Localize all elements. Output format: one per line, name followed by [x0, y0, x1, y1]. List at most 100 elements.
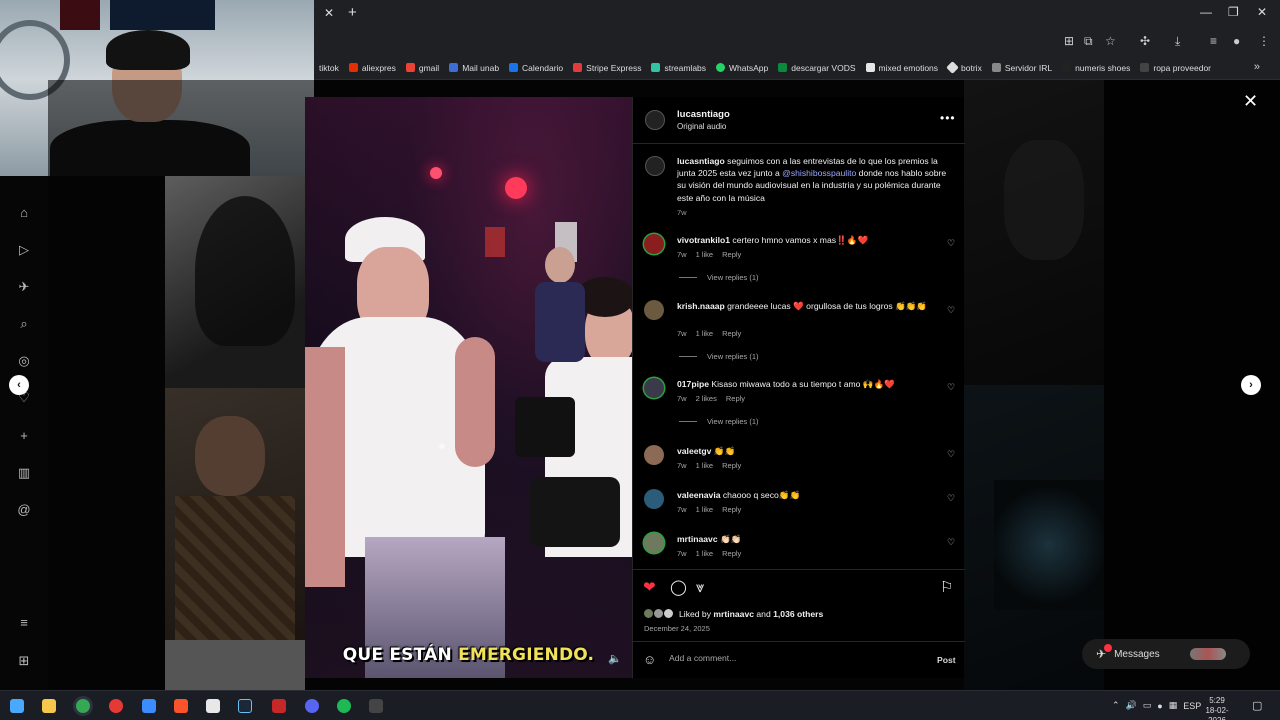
window-close-icon[interactable]: ✕ — [1257, 5, 1267, 19]
likes-user[interactable]: mrtinaavc — [713, 609, 754, 619]
bookmark-aliexpres[interactable]: aliexpres — [344, 63, 401, 73]
app-icon[interactable] — [369, 699, 383, 713]
chrome-icon[interactable] — [76, 699, 90, 713]
volume-icon[interactable]: 🔊 — [1126, 700, 1137, 711]
likes-others[interactable]: 1,036 others — [773, 609, 823, 619]
home-icon[interactable]: ⌂ — [17, 206, 31, 220]
create-icon[interactable]: + — [17, 429, 31, 443]
install-icon[interactable]: ⧉ — [1084, 34, 1093, 49]
view-replies-button[interactable]: View replies (1) — [679, 273, 759, 282]
comment-avatar[interactable] — [644, 489, 664, 509]
comment-reply-button[interactable]: Reply — [722, 329, 741, 338]
comment-username[interactable]: vivotrankilo1 — [677, 235, 730, 245]
bookmark-calendario[interactable]: Calendario — [504, 63, 568, 73]
tab-search-icon[interactable]: ≡ — [1210, 34, 1217, 48]
comment-likes[interactable]: 1 like — [696, 461, 714, 470]
comment-avatar[interactable] — [644, 378, 664, 398]
comment-like-icon[interactable]: ♡ — [947, 382, 955, 393]
spotify-icon[interactable] — [337, 699, 351, 713]
bookmark-star-icon[interactable]: ☆ — [1105, 34, 1116, 48]
comment-like-icon[interactable]: ♡ — [947, 493, 955, 504]
post-comment-button[interactable]: Post — [937, 655, 956, 665]
reels-icon[interactable]: ▷ — [17, 243, 31, 257]
close-modal-icon[interactable]: ✕ — [1243, 91, 1258, 112]
comment-username[interactable]: krish.naaap — [677, 301, 725, 311]
comment-reply-button[interactable]: Reply — [726, 394, 745, 403]
mute-toggle-icon[interactable]: 🔈 — [608, 652, 622, 665]
store-icon[interactable] — [142, 699, 156, 713]
network-icon[interactable]: ▭ — [1143, 700, 1152, 711]
comment-username[interactable]: valeenavia — [677, 490, 720, 500]
next-post-button[interactable]: › — [1241, 375, 1261, 395]
steam-icon[interactable] — [238, 699, 252, 713]
comment-like-icon[interactable]: ♡ — [947, 238, 955, 249]
start-icon[interactable] — [10, 699, 24, 713]
notifications-icon[interactable]: ▢ — [1252, 699, 1262, 712]
bookmark-descargar-vods[interactable]: descargar VODS — [773, 63, 860, 73]
comment-like-icon[interactable]: ♡ — [947, 537, 955, 548]
comment-likes[interactable]: 1 like — [696, 250, 714, 259]
save-bookmark-icon[interactable]: ⚐ — [940, 580, 953, 596]
share-icon[interactable]: ⩔ — [696, 580, 704, 596]
previous-post-button[interactable]: ‹ — [9, 375, 29, 395]
bookmark-numeris-shoes[interactable]: numeris shoes — [1057, 63, 1135, 73]
bookmark-streamlabs[interactable]: streamlabs — [646, 63, 711, 73]
comment-avatar[interactable] — [644, 533, 664, 553]
comment-input[interactable] — [669, 653, 919, 663]
comment-reply-button[interactable]: Reply — [722, 461, 741, 470]
author-username[interactable]: lucasntiago — [677, 109, 730, 120]
discord-icon[interactable] — [305, 699, 319, 713]
translate-icon[interactable]: ⊞ — [1064, 34, 1074, 48]
capcut-icon[interactable] — [206, 699, 220, 713]
likes-summary[interactable]: Liked by mrtinaavc and 1,036 others — [679, 609, 823, 619]
comment-like-icon[interactable]: ♡ — [947, 449, 955, 460]
like-heart-icon[interactable]: ❤ — [643, 580, 656, 596]
comment-likes[interactable]: 1 like — [696, 329, 714, 338]
caption-mention-link[interactable]: @shishibosspaulito — [782, 168, 856, 178]
mic-icon[interactable]: ● — [1157, 701, 1162, 711]
audio-label[interactable]: Original audio — [677, 122, 726, 131]
messages-icon[interactable]: ✈ — [17, 280, 31, 294]
bookmark-ropa-proveedor[interactable]: ropa proveedor — [1135, 63, 1216, 73]
caption-avatar[interactable] — [645, 156, 665, 176]
emoji-icon[interactable]: ☺ — [643, 652, 656, 667]
vod-app-icon[interactable] — [272, 699, 286, 713]
view-replies-button[interactable]: View replies (1) — [679, 352, 759, 361]
comment-likes[interactable]: 1 like — [696, 505, 714, 514]
bookmark-gmail[interactable]: gmail — [401, 63, 444, 73]
obs-icon[interactable] — [109, 699, 123, 713]
comment-likes[interactable]: 1 like — [696, 549, 714, 558]
post-options-icon[interactable]: ••• — [940, 111, 956, 125]
view-replies-button[interactable]: View replies (1) — [679, 417, 759, 426]
comment-reply-button[interactable]: Reply — [722, 549, 741, 558]
threads-icon[interactable]: @ — [17, 503, 31, 517]
bookmark-mixed-emotions[interactable]: mixed emotions — [861, 63, 944, 73]
comment-avatar[interactable] — [644, 300, 664, 320]
messages-widget[interactable]: ✈ Messages — [1082, 639, 1250, 669]
comment-username[interactable]: 017pipe — [677, 379, 709, 389]
comment-avatar[interactable] — [644, 445, 664, 465]
reel-video[interactable]: QUE ESTÁN EMERGIENDO. 🔈 ⌖ — [305, 97, 632, 678]
bookmark-servidor-irl[interactable]: Servidor IRL — [987, 63, 1057, 73]
maximize-icon[interactable]: ❐ — [1228, 5, 1239, 19]
file-explorer-icon[interactable] — [42, 699, 56, 713]
more-menu-icon[interactable]: ≡ — [17, 616, 31, 630]
comment-likes[interactable]: 2 likes — [696, 394, 717, 403]
comment-avatar[interactable] — [644, 234, 664, 254]
minimize-icon[interactable]: — — [1200, 5, 1212, 19]
bookmark-whatsapp[interactable]: WhatsApp — [711, 63, 773, 73]
comment-reply-button[interactable]: Reply — [722, 250, 741, 259]
comment-username[interactable]: valeetgv — [677, 446, 711, 456]
keyboard-icon[interactable]: ▦ — [1169, 700, 1178, 711]
bookmarks-overflow-icon[interactable]: » — [1254, 61, 1260, 73]
new-tab-icon[interactable]: + — [348, 4, 357, 21]
dashboard-icon[interactable]: ▥ — [17, 466, 31, 480]
bookmark-botrix[interactable]: botrix — [943, 61, 987, 74]
also-from-meta-icon[interactable]: ⊞ — [17, 654, 31, 668]
taskbar-clock[interactable]: 5:2918-02-2026 — [1197, 696, 1237, 720]
comment-like-icon[interactable]: ♡ — [947, 305, 955, 316]
bookmark-mail-unab[interactable]: Mail unab — [444, 63, 504, 73]
profile-icon[interactable]: ● — [1233, 34, 1240, 48]
extensions-icon[interactable]: ✣ — [1140, 34, 1150, 48]
comment-reply-button[interactable]: Reply — [722, 505, 741, 514]
